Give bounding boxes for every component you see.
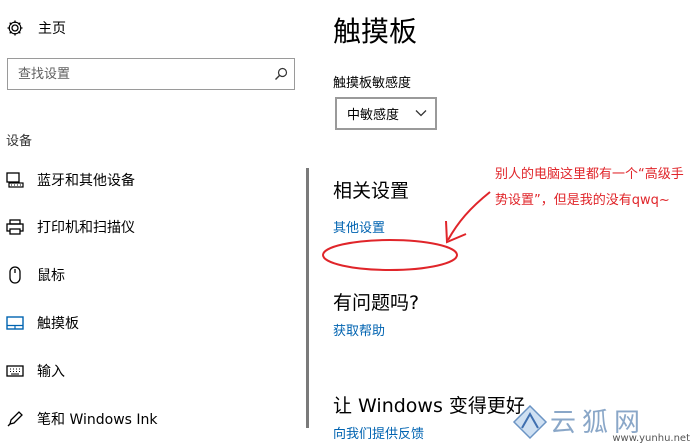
- sidebar-item-mouse[interactable]: 鼠标: [0, 260, 300, 290]
- bluetooth-devices-icon: [5, 171, 25, 189]
- section-label-devices: 设备: [6, 134, 33, 149]
- sidebar-item-pen[interactable]: 笔和 Windows Ink: [0, 404, 300, 434]
- sidebar-item-label: 鼠标: [37, 268, 65, 284]
- annotation-text: 别人的电脑这里都有一个“高级手势设置”，但是我的没有qwq~: [495, 167, 684, 208]
- sidebar-item-bluetooth[interactable]: 蓝牙和其他设备: [0, 165, 300, 195]
- search-box[interactable]: [7, 58, 295, 90]
- watermark: 云狐网 www.yunhu.net: [510, 402, 692, 445]
- gear-icon: [6, 19, 24, 37]
- get-help-link[interactable]: 获取帮助: [333, 320, 385, 339]
- watermark-logo-icon: [512, 404, 548, 440]
- search-input[interactable]: [8, 59, 268, 89]
- sensitivity-value: 中敏感度: [347, 108, 400, 123]
- related-settings-heading: 相关设置: [333, 180, 410, 202]
- mouse-icon: [5, 266, 25, 284]
- sidebar-item-label: 笔和 Windows Ink: [37, 412, 158, 428]
- sidebar-item-typing[interactable]: 输入: [0, 356, 300, 386]
- sidebar-scrollbar[interactable]: [306, 168, 309, 428]
- home-label: 主页: [38, 21, 66, 37]
- printer-icon: [5, 218, 25, 236]
- sidebar-item-touchpad[interactable]: 触摸板: [0, 308, 300, 338]
- question-heading: 有问题吗?: [333, 292, 420, 314]
- search-icon[interactable]: [268, 59, 294, 89]
- sidebar-item-label: 触摸板: [37, 316, 79, 332]
- feedback-link[interactable]: 向我们提供反馈: [333, 423, 424, 442]
- chevron-down-icon: [415, 106, 427, 121]
- sensitivity-label: 触摸板敏感度: [333, 76, 412, 91]
- sidebar: 主页 设备 蓝牙和其他设备 打印机和扫描仪 鼠标 触摸板: [0, 0, 310, 445]
- touchpad-icon: [5, 314, 25, 332]
- sidebar-item-printers[interactable]: 打印机和扫描仪: [0, 212, 300, 242]
- sensitivity-dropdown[interactable]: 中敏感度: [335, 97, 437, 130]
- additional-settings-link[interactable]: 其他设置: [333, 217, 385, 236]
- main-content: 触摸板 触摸板敏感度 中敏感度 相关设置 其他设置 有问题吗? 获取帮助 让 W…: [333, 0, 692, 445]
- sidebar-item-label: 蓝牙和其他设备: [37, 173, 135, 189]
- sidebar-item-label: 打印机和扫描仪: [37, 220, 135, 236]
- keyboard-icon: [5, 362, 25, 380]
- improve-windows-heading: 让 Windows 变得更好: [333, 395, 525, 417]
- page-title: 触摸板: [333, 15, 418, 48]
- watermark-url: www.yunhu.net: [612, 433, 690, 444]
- sidebar-item-label: 输入: [37, 364, 65, 380]
- home-nav-item[interactable]: 主页: [6, 16, 66, 40]
- pen-icon: [5, 410, 25, 428]
